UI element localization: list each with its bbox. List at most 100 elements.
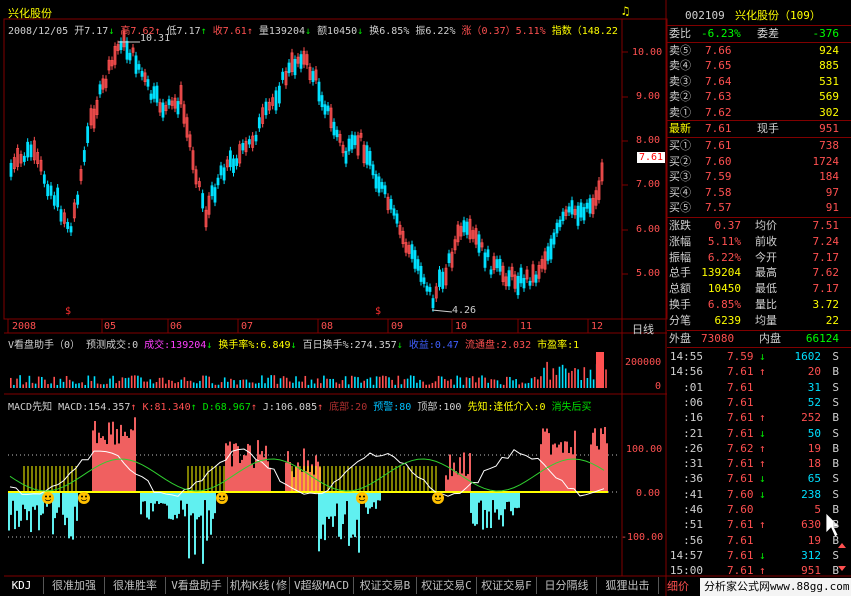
volume-bar — [273, 375, 276, 388]
volume-bar — [397, 375, 400, 388]
volume-bar — [313, 383, 316, 388]
buy-price: 7.57 — [705, 201, 732, 215]
sell-volume: 885 — [819, 59, 839, 73]
volume-bar — [285, 377, 288, 388]
macd-red-bar — [257, 440, 259, 492]
candle-body — [383, 185, 387, 195]
volume-bar — [425, 384, 427, 388]
candle-body — [219, 165, 223, 176]
formula-tab[interactable]: 狐狸出击 — [597, 577, 659, 594]
macd-cyan-bar — [502, 492, 504, 527]
volume-bar — [580, 380, 582, 388]
candle-body — [347, 138, 351, 152]
formula-tab[interactable]: 权证交易C — [417, 577, 477, 594]
neipan-value: 66124 — [805, 332, 839, 345]
formula-tab[interactable]: 权证交易B — [354, 577, 417, 594]
volume-bar — [351, 375, 353, 388]
volume-bar — [121, 377, 124, 388]
candle-body — [222, 167, 226, 181]
macd-cyan-bar — [352, 492, 354, 535]
candle-body — [371, 164, 375, 176]
macd-cyan-bar — [512, 492, 514, 516]
volume-bar — [375, 376, 378, 388]
candle-body — [380, 182, 384, 189]
volume-bar — [568, 372, 570, 388]
macd-red-bar — [255, 459, 257, 492]
candle-body — [155, 85, 159, 103]
formula-tab[interactable]: V看盘助手 — [166, 577, 228, 594]
macd-red-bar — [263, 457, 265, 492]
candle-body — [241, 142, 245, 151]
volume-bar — [471, 376, 474, 388]
candle-body — [76, 194, 80, 205]
volume-bar — [527, 382, 530, 388]
volume-bar — [316, 378, 319, 388]
alarm-icon[interactable]: ♫ — [622, 4, 629, 18]
quote-header: 002109 兴化股份（109） — [667, 8, 845, 24]
macd-red-bar — [592, 432, 594, 492]
volume-bar — [214, 384, 217, 388]
info-low: 低7.17 — [166, 26, 201, 37]
macd-cyan-bar — [350, 492, 352, 538]
buy-order-row: 买③ 7.59 184 — [667, 169, 845, 185]
price-label-6: 6.00 — [636, 224, 661, 235]
price-label-5: 5.00 — [636, 268, 661, 279]
macd-cyan-bar — [334, 492, 336, 517]
candle-body — [413, 250, 417, 269]
candle-body — [507, 270, 511, 287]
tab-detail-price[interactable]: 细价 — [667, 578, 689, 594]
sell-label: 卖③ — [669, 74, 691, 88]
candle-body — [431, 298, 435, 309]
high-marker: 10.31 — [140, 33, 171, 44]
volume-bar — [530, 378, 533, 388]
candle-body — [125, 40, 129, 60]
macd-cyan-bar — [476, 492, 478, 525]
volume-bar — [307, 384, 310, 388]
macd-red-bar — [449, 454, 451, 492]
formula-tab[interactable]: V超级MACD — [290, 577, 354, 594]
macd-cyan-bar — [38, 492, 40, 531]
macd-cyan-bar — [8, 492, 10, 531]
volume-bar — [323, 375, 325, 388]
macd-red-bar — [596, 445, 598, 492]
macd-red-bar — [566, 441, 568, 492]
formula-tab[interactable]: 很准胜率 — [105, 577, 166, 594]
volume-bar — [512, 380, 514, 388]
stat-label: 涨跌 — [669, 219, 691, 232]
volume-bar — [515, 379, 517, 388]
period-label[interactable]: 日线 — [632, 321, 654, 337]
stat-value: 22 — [825, 313, 839, 327]
formula-tab[interactable]: 权证交易F — [477, 577, 537, 594]
macd-red-bar — [114, 444, 116, 492]
waipan-label: 外盘 — [669, 332, 691, 345]
macd-cyan-bar — [500, 492, 502, 516]
volume-bar — [161, 377, 164, 388]
volume-bar — [596, 352, 604, 388]
formula-tab[interactable]: 机构K线(修 — [228, 577, 290, 594]
volume-bar — [428, 384, 431, 388]
formula-tab[interactable]: 很准加强 — [44, 577, 105, 594]
volume-bar — [37, 376, 40, 388]
macd-cyan-bar — [206, 492, 208, 541]
weicha-value: -376 — [812, 27, 840, 40]
macd-cyan-bar — [64, 492, 66, 526]
candle-body — [489, 269, 493, 275]
volume-bar — [329, 378, 331, 388]
candle-body — [332, 121, 336, 136]
volume-bar — [459, 377, 462, 388]
sell-order-row: 卖⑤ 7.66 924 — [667, 43, 845, 59]
candle-body — [82, 150, 86, 162]
candle-body — [134, 55, 138, 74]
date-label-11: 11 — [520, 321, 533, 332]
stat-row: 涨幅 5.11% 前收 7.24 — [667, 234, 845, 250]
macd-cyan-bar — [379, 492, 381, 501]
volume-bar — [552, 368, 555, 388]
macd-red-bar — [604, 426, 606, 492]
formula-tab[interactable]: KDJ — [0, 577, 44, 594]
candle-body — [483, 252, 487, 268]
candle-body — [579, 202, 583, 218]
volume-bar — [456, 375, 458, 388]
formula-tab[interactable]: 日分隔线 — [537, 577, 597, 594]
volume-bar — [258, 382, 260, 388]
volume-bar — [174, 383, 176, 388]
